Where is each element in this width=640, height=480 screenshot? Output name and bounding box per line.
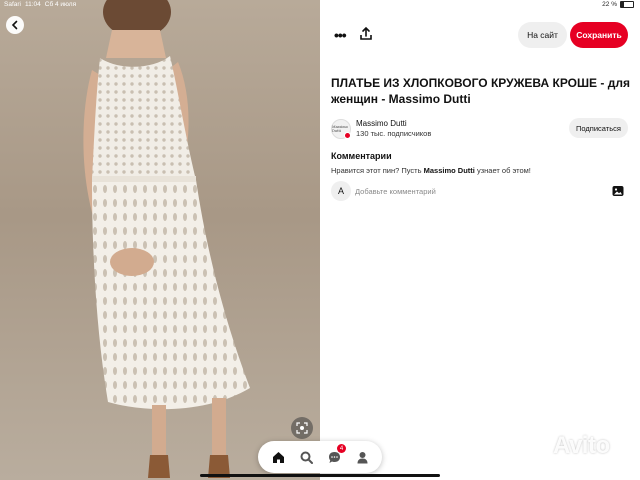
person-icon [357, 451, 367, 463]
creator-name[interactable]: Massimo Dutti [356, 119, 407, 128]
dress-photo [83, 0, 250, 478]
nav-messages[interactable]: 4 [324, 444, 346, 467]
avito-watermark: Avito [528, 432, 610, 460]
status-time: 11:04 [24, 1, 41, 8]
comments-prompt-start: Нравится этот пин? Пусть [331, 166, 424, 175]
notification-badge: 4 [337, 444, 346, 453]
comment-input[interactable] [355, 185, 575, 198]
comments-heading: Комментарии [331, 151, 392, 161]
follower-count: 130 тыс. подписчиков [356, 129, 432, 138]
share-icon[interactable] [358, 26, 374, 42]
avito-watermark-text: Avito [553, 432, 610, 459]
comments-prompt-end: узнает об этом! [474, 166, 531, 175]
nav-search[interactable] [296, 447, 316, 467]
comments-prompt: Нравится этот пин? Пусть Massimo Dutti у… [331, 166, 531, 175]
visit-site-button[interactable]: На сайт [518, 22, 567, 48]
verified-badge-icon [344, 132, 351, 139]
nav-profile[interactable] [352, 447, 372, 467]
visual-search-button[interactable] [291, 417, 313, 439]
more-options-button[interactable]: ••• [334, 27, 347, 43]
status-date: Сб 4 июля [44, 1, 77, 8]
user-avatar[interactable]: A [331, 181, 351, 201]
battery-percent: 22 % [602, 1, 617, 8]
image-icon[interactable] [612, 185, 624, 197]
bottom-navigation: 4 [258, 441, 382, 473]
comments-prompt-brand: Massimo Dutti [423, 166, 475, 175]
subscribe-button[interactable]: Подписаться [569, 118, 628, 138]
chevron-left-icon [11, 20, 18, 30]
search-icon [300, 451, 313, 464]
status-app: Safari [4, 1, 21, 8]
pin-image[interactable] [0, 0, 320, 480]
back-button[interactable] [6, 16, 24, 34]
battery-icon [620, 1, 634, 8]
nav-home[interactable] [268, 447, 288, 467]
save-button[interactable]: Сохранить [570, 22, 628, 48]
home-indicator[interactable] [200, 474, 440, 477]
pin-detail-panel [320, 0, 640, 480]
avito-logo-icon [530, 438, 547, 455]
lens-icon [296, 422, 308, 434]
home-icon [272, 451, 284, 463]
pin-title: ПЛАТЬЕ ИЗ ХЛОПКОВОГО КРУЖЕВА КРОШЕ - для… [331, 76, 630, 106]
status-bar: Safari 11:04 Сб 4 июля 22 % [0, 0, 640, 10]
